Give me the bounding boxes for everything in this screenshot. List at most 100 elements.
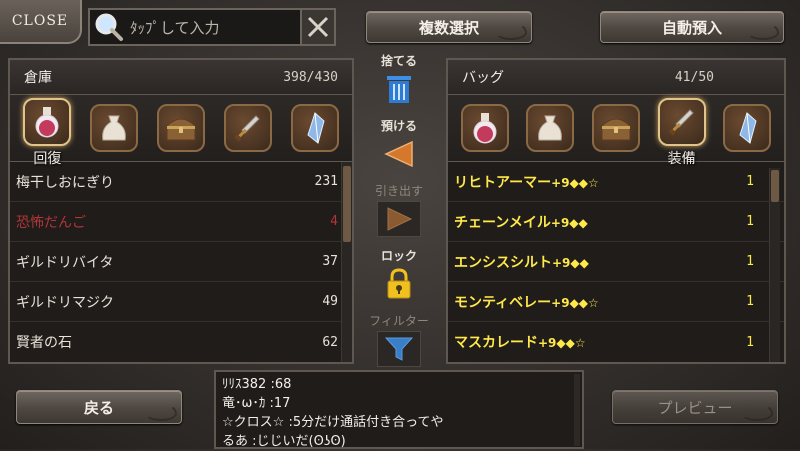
storage-tab-crystals[interactable]: [290, 104, 339, 152]
bag-item-list: リヒトアーマー+9◆◆☆ 1 チェーンメイル+9◆◆ 1 エンシスシルト+9◆◆…: [448, 162, 784, 362]
discard-label: 捨てる: [380, 54, 417, 68]
chat-log[interactable]: ﾘﾘｽ382 :68 竜･ω･ｶ :17 ☆クロス☆ :5分だけ通話付き合ってや…: [214, 370, 584, 449]
item-qty: 1: [746, 174, 754, 189]
bag-item-row[interactable]: エンシスシルト+9◆◆ 1: [448, 242, 784, 282]
item-enhance: +9◆◆: [550, 215, 588, 230]
chat-scrollbar[interactable]: [574, 374, 580, 446]
storage-item-row[interactable]: 恐怖だんご 4: [10, 202, 352, 242]
storage-tab-equipment[interactable]: [223, 104, 272, 152]
sword-icon: [668, 109, 694, 136]
bag-icon: [538, 115, 563, 141]
auto-deposit-label: 自動預入: [661, 18, 722, 37]
chest-icon: [601, 118, 631, 141]
withdraw-label: 引き出す: [374, 184, 423, 198]
bag-tab-materials[interactable]: [526, 104, 575, 152]
storage-scrollbar[interactable]: [341, 162, 352, 362]
item-qty: 1: [746, 214, 754, 229]
preview-button[interactable]: プレビュー: [612, 390, 778, 424]
arrow-right-icon: [387, 207, 413, 231]
item-name: チェーンメイル+9◆◆: [454, 214, 588, 231]
storage-count: 398/430: [283, 69, 338, 85]
storage-item-row[interactable]: 賢者の石 62: [10, 322, 352, 362]
item-enhance: +9◆◆: [552, 255, 589, 270]
item-name: ギルドリバイタ: [16, 254, 114, 271]
storage-category-tabs: 回復: [10, 95, 352, 167]
item-name: マスカレード+9◆◆☆: [454, 335, 586, 351]
deposit-label: 預ける: [380, 119, 417, 133]
chest-icon: [166, 118, 196, 141]
bag-scroll-thumb[interactable]: [771, 170, 779, 202]
bag-count: 41/50: [674, 69, 714, 85]
lock-label: ロック: [380, 249, 417, 263]
storage-header: 倉庫 398/430: [10, 60, 352, 95]
storage-title: 倉庫: [24, 70, 52, 86]
preview-label: プレビュー: [657, 398, 733, 417]
multi-select-label: 複数選択: [418, 18, 479, 37]
bag-icon: [102, 115, 126, 141]
bag-tab-crystals[interactable]: [723, 104, 772, 152]
clear-search-button[interactable]: [300, 10, 334, 44]
chat-line: るあ :じじいだ(ʘʖʘ): [222, 434, 346, 449]
item-qty: 49: [322, 294, 338, 309]
item-enhance: +9◆◆☆: [538, 336, 586, 350]
withdraw-button[interactable]: [377, 201, 421, 237]
item-name: 梅干しおにぎり: [16, 174, 114, 191]
item-qty: 62: [322, 334, 338, 350]
bag-tab-equipment[interactable]: 装備: [657, 98, 706, 167]
storage-item-row[interactable]: 梅干しおにぎり 231: [10, 162, 352, 202]
bag-panel: バッグ 41/50 装備 リヒトアーマー+9◆◆☆ 1 チェーンメイル+9◆◆ …: [446, 58, 786, 364]
bag-scrollbar[interactable]: [769, 168, 780, 362]
potion-icon: [473, 113, 497, 144]
potion-icon: [35, 107, 59, 138]
item-name: 恐怖だんご: [16, 214, 86, 231]
storage-item-list: 梅干しおにぎり 231 恐怖だんご 4 ギルドリバイタ 37 ギルドリマジク 4…: [10, 162, 352, 362]
search-box[interactable]: ﾀｯﾌﾟして入力: [88, 8, 336, 46]
storage-item-row[interactable]: ギルドリバイタ 37: [10, 242, 352, 282]
sword-icon: [234, 115, 260, 142]
crystal-icon: [739, 112, 757, 144]
back-button[interactable]: 戻る: [16, 390, 182, 424]
filter-label: フィルター: [369, 314, 429, 328]
storage-tab-recovery[interactable]: 回復: [23, 98, 72, 167]
item-qty: 4: [330, 214, 338, 229]
filter-icon: [384, 337, 414, 361]
item-name: リヒトアーマー+9◆◆☆: [454, 174, 599, 191]
storage-scroll-thumb[interactable]: [343, 166, 351, 242]
item-qty: 1: [746, 334, 754, 350]
search-input[interactable]: ﾀｯﾌﾟして入力: [130, 17, 300, 38]
bag-category-tabs: 装備: [448, 95, 784, 167]
bag-item-row[interactable]: マスカレード+9◆◆☆ 1: [448, 322, 784, 362]
multi-select-button[interactable]: 複数選択: [366, 11, 532, 43]
chat-line: ﾘﾘｽ382 :68: [222, 377, 292, 392]
trash-icon: [387, 76, 411, 103]
item-qty: 231: [314, 174, 338, 189]
chat-line: ☆クロス☆ :5分だけ通話付き合ってや: [222, 415, 444, 430]
item-name: ギルドリマジク: [16, 294, 114, 311]
bag-tab-valuables[interactable]: [591, 104, 640, 152]
bag-item-row[interactable]: チェーンメイル+9◆◆ 1: [448, 202, 784, 242]
bag-item-row[interactable]: モンティベレー+9◆◆☆ 1: [448, 282, 784, 322]
storage-tab-materials[interactable]: [90, 104, 139, 152]
close-button[interactable]: CLOSE: [0, 0, 82, 44]
item-name: エンシスシルト+9◆◆: [454, 254, 589, 271]
bag-header: バッグ 41/50: [448, 60, 784, 95]
back-label: 戻る: [83, 398, 114, 417]
arrow-left-icon: [384, 140, 413, 168]
discard-button[interactable]: [377, 71, 421, 107]
item-qty: 1: [746, 294, 754, 309]
transfer-controls: 捨てる 預ける 引き出す ロック フィルター: [367, 50, 431, 370]
filter-button[interactable]: [377, 331, 421, 367]
chat-line: 竜･ω･ｶ :17: [222, 396, 291, 411]
bag-item-row[interactable]: リヒトアーマー+9◆◆☆ 1: [448, 162, 784, 202]
storage-item-row[interactable]: ギルドリマジク 49: [10, 282, 352, 322]
auto-deposit-button[interactable]: 自動預入: [600, 11, 784, 43]
bag-tab-recovery[interactable]: [460, 104, 509, 152]
crystal-icon: [306, 112, 325, 144]
deposit-button[interactable]: [377, 136, 421, 172]
item-qty: 37: [322, 254, 338, 269]
lock-button[interactable]: [377, 266, 421, 302]
lock-icon: [387, 268, 411, 299]
storage-panel: 倉庫 398/430 回復 梅干しおにぎり 231 恐怖だんご 4 ギルドリバイ…: [8, 58, 354, 364]
storage-tab-valuables[interactable]: [156, 104, 205, 152]
bag-title: バッグ: [462, 70, 504, 86]
